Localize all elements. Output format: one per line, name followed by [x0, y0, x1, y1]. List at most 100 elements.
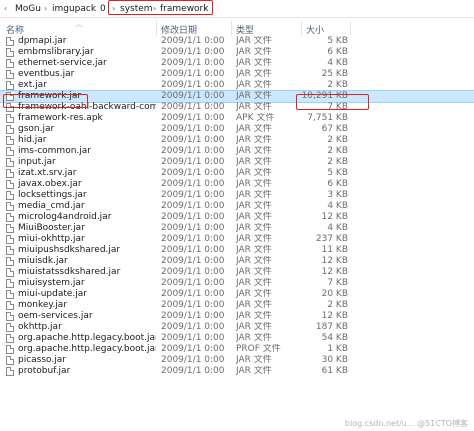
file-type: PROF 文件 [236, 344, 281, 354]
column-header: ︿ 名称 修改日期 类型 大小 [0, 20, 474, 36]
file-type: JAR 文件 [236, 366, 272, 376]
file-date: 2009/1/1 0:00 [161, 58, 225, 68]
document-icon [6, 81, 14, 90]
file-date: 2009/1/1 0:00 [161, 124, 225, 134]
column-type[interactable]: 类型 [236, 23, 254, 36]
file-row[interactable]: miui-okhttp.jar 2009/1/1 0:00 JAR 文件 237 KB [0, 234, 474, 245]
file-date: 2009/1/1 0:00 [161, 80, 225, 90]
file-row[interactable]: monkey.jar 2009/1/1 0:00 JAR 文件 2 KB [0, 300, 474, 311]
file-size: 5 KB [327, 168, 348, 178]
breadcrumb-item-imgupack[interactable]: imgupack [52, 3, 96, 15]
file-type: JAR 文件 [236, 135, 272, 145]
file-row[interactable]: hid.jar 2009/1/1 0:00 JAR 文件 2 KB [0, 135, 474, 146]
column-size[interactable]: 大小 [306, 23, 324, 36]
file-size: 61 KB [321, 366, 348, 376]
file-row[interactable]: input.jar 2009/1/1 0:00 JAR 文件 2 KB [0, 157, 474, 168]
file-date: 2009/1/1 0:00 [161, 300, 225, 310]
file-row[interactable]: dpmapi.jar 2009/1/1 0:00 JAR 文件 5 KB [0, 36, 474, 47]
document-icon [6, 158, 14, 167]
file-row[interactable]: miuisdk.jar 2009/1/1 0:00 JAR 文件 12 KB [0, 256, 474, 267]
file-size: 7 KB [327, 278, 348, 288]
file-type: JAR 文件 [236, 212, 272, 222]
file-row[interactable]: protobuf.jar 2009/1/1 0:00 JAR 文件 61 KB [0, 366, 474, 377]
file-row[interactable]: locksettings.jar 2009/1/1 0:00 JAR 文件 3 KB [0, 190, 474, 201]
file-type: JAR 文件 [236, 124, 272, 134]
document-icon [6, 37, 14, 46]
file-name: monkey.jar [18, 300, 68, 310]
file-date: 2009/1/1 0:00 [161, 91, 225, 101]
file-row[interactable]: okhttp.jar 2009/1/1 0:00 JAR 文件 187 KB [0, 322, 474, 333]
column-name[interactable]: 名称 [6, 23, 24, 36]
file-size: 2 KB [327, 157, 348, 167]
column-divider[interactable] [231, 21, 232, 35]
file-date: 2009/1/1 0:00 [161, 355, 225, 365]
file-name: miuisdk.jar [18, 256, 68, 266]
column-divider[interactable] [156, 21, 157, 35]
document-icon [6, 334, 14, 343]
file-name: org.apache.http.legacy.boot.jar [18, 333, 156, 343]
file-size: 3 KB [327, 190, 348, 200]
document-icon [6, 246, 14, 255]
file-row[interactable]: org.apache.http.legacy.boot.jar.prof 2009… [0, 344, 474, 355]
column-divider[interactable] [301, 21, 302, 35]
file-size: 30 KB [321, 355, 348, 365]
document-icon [6, 257, 14, 266]
document-icon [6, 213, 14, 222]
file-type: JAR 文件 [236, 47, 272, 57]
column-divider[interactable] [350, 21, 351, 35]
file-row[interactable]: media_cmd.jar 2009/1/1 0:00 JAR 文件 4 KB [0, 201, 474, 212]
file-row[interactable]: embmslibrary.jar 2009/1/1 0:00 JAR 文件 6 KB [0, 47, 474, 58]
file-row[interactable]: miuisystem.jar 2009/1/1 0:00 JAR 文件 7 KB [0, 278, 474, 289]
file-name: MiuiBooster.jar [18, 223, 85, 233]
document-icon [6, 279, 14, 288]
file-row[interactable]: org.apache.http.legacy.boot.jar 2009/1/1 … [0, 333, 474, 344]
file-row[interactable]: miuistatssdkshared.jar 2009/1/1 0:00 JAR 文… [0, 267, 474, 278]
file-size: 11 KB [321, 245, 348, 255]
file-size: 7,751 KB [307, 113, 348, 123]
document-icon [6, 323, 14, 332]
file-size: 6 KB [327, 47, 348, 57]
file-date: 2009/1/1 0:00 [161, 102, 225, 112]
file-date: 2009/1/1 0:00 [161, 245, 225, 255]
file-row[interactable]: miuipushsdkshared.jar 2009/1/1 0:00 JAR 文件… [0, 245, 474, 256]
file-type: JAR 文件 [236, 168, 272, 178]
breadcrumb: ‹ MoGu › imgupack › 0 › system › framewo… [0, 0, 474, 18]
file-row[interactable]: oem-services.jar 2009/1/1 0:00 JAR 文件 12 KB [0, 311, 474, 322]
file-date: 2009/1/1 0:00 [161, 234, 225, 244]
file-type: JAR 文件 [236, 91, 272, 101]
file-size: 54 KB [321, 333, 348, 343]
document-icon [6, 48, 14, 57]
file-row[interactable]: ext.jar 2009/1/1 0:00 JAR 文件 2 KB [0, 80, 474, 91]
file-date: 2009/1/1 0:00 [161, 135, 225, 145]
file-row[interactable]: javax.obex.jar 2009/1/1 0:00 JAR 文件 6 KB [0, 179, 474, 190]
file-row[interactable]: miui-update.jar 2009/1/1 0:00 JAR 文件 20 KB [0, 289, 474, 300]
file-row[interactable]: microlog4android.jar 2009/1/1 0:00 JAR 文件 1… [0, 212, 474, 223]
file-date: 2009/1/1 0:00 [161, 157, 225, 167]
file-row[interactable]: ims-common.jar 2009/1/1 0:00 JAR 文件 2 KB [0, 146, 474, 157]
file-date: 2009/1/1 0:00 [161, 113, 225, 123]
file-row[interactable]: izat.xt.srv.jar 2009/1/1 0:00 JAR 文件 5 KB [0, 168, 474, 179]
file-size: 2 KB [327, 146, 348, 156]
breadcrumb-item-0[interactable]: 0 [100, 3, 106, 15]
file-date: 2009/1/1 0:00 [161, 366, 225, 376]
file-date: 2009/1/1 0:00 [161, 322, 225, 332]
file-row[interactable]: picasso.jar 2009/1/1 0:00 JAR 文件 30 KB [0, 355, 474, 366]
file-type: JAR 文件 [236, 179, 272, 189]
chevron-left-icon[interactable]: ‹ [4, 3, 7, 15]
file-row[interactable]: eventbus.jar 2009/1/1 0:00 JAR 文件 25 KB [0, 69, 474, 80]
file-size: 25 KB [321, 69, 348, 79]
breadcrumb-item-mogu[interactable]: MoGu [15, 3, 41, 15]
file-row[interactable]: framework-res.apk 2009/1/1 0:00 APK 文件 7,75… [0, 113, 474, 124]
file-name: ims-common.jar [18, 146, 91, 156]
file-row[interactable]: MiuiBooster.jar 2009/1/1 0:00 JAR 文件 4 KB [0, 223, 474, 234]
file-row[interactable]: gson.jar 2009/1/1 0:00 JAR 文件 67 KB [0, 124, 474, 135]
file-row[interactable]: ethernet-service.jar 2009/1/1 0:00 JAR 文件 4… [0, 58, 474, 69]
file-name: izat.xt.srv.jar [18, 168, 77, 178]
file-type: JAR 文件 [236, 289, 272, 299]
file-size-highlight-box [296, 94, 369, 110]
column-date[interactable]: 修改日期 [161, 23, 197, 36]
file-date: 2009/1/1 0:00 [161, 223, 225, 233]
breadcrumb-highlight-box [108, 0, 213, 15]
document-icon [6, 367, 14, 376]
file-date: 2009/1/1 0:00 [161, 179, 225, 189]
